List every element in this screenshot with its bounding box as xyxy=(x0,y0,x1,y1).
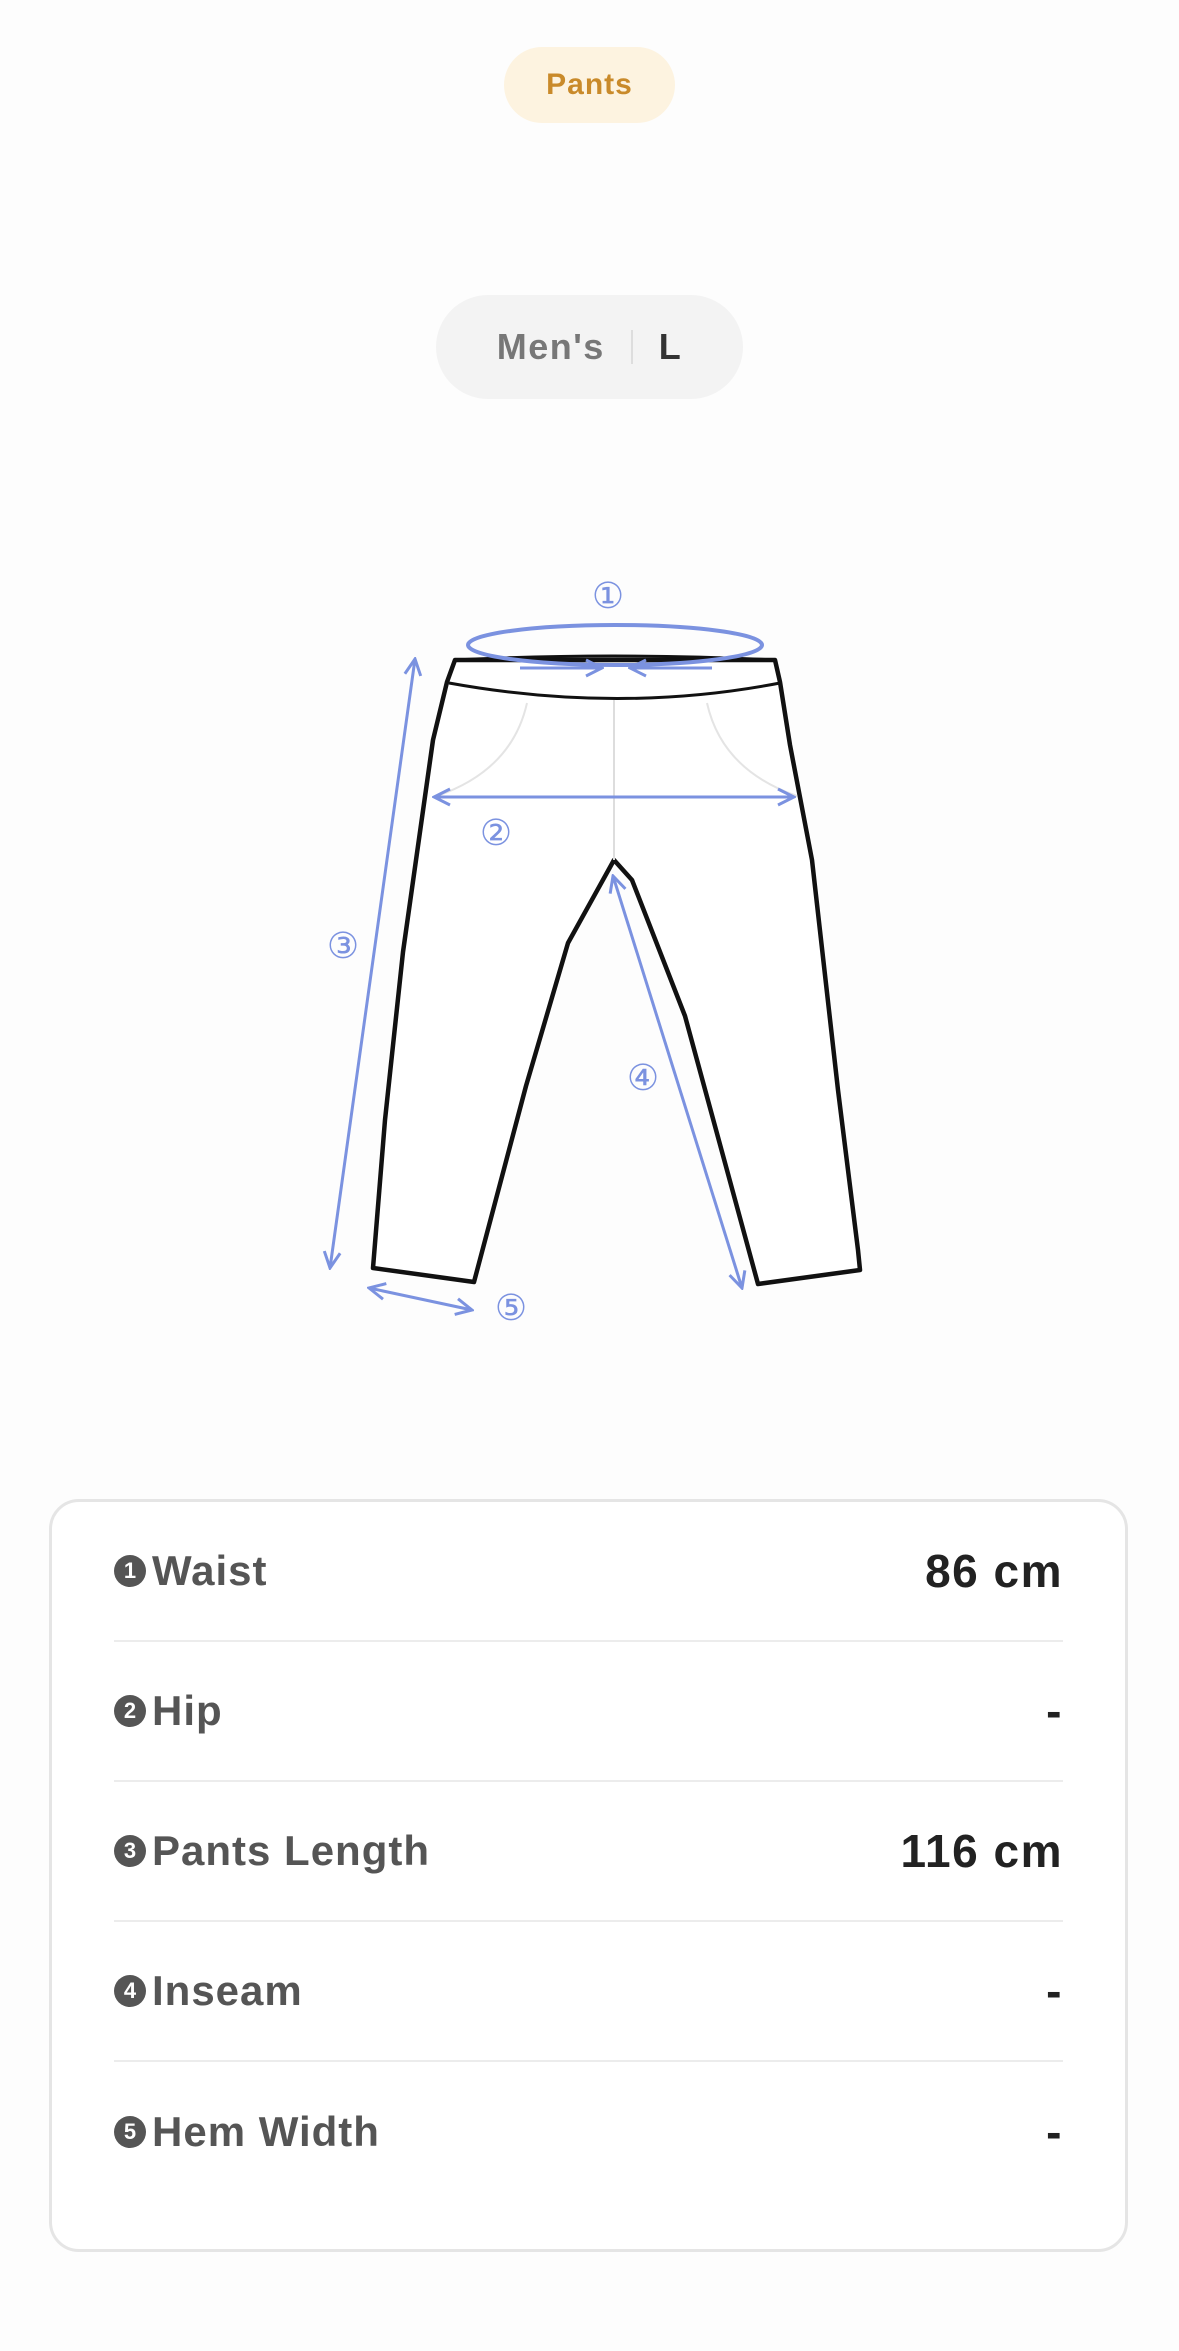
measurement-label-text: Waist xyxy=(152,1547,268,1594)
measurement-value: - xyxy=(1046,1685,1063,1737)
hem-arrow xyxy=(369,1288,472,1310)
diagram-label-1: ① xyxy=(592,576,624,617)
measurement-number-badge: 3 xyxy=(114,1835,146,1867)
measurement-label: 1 Waist xyxy=(114,1547,267,1595)
measurement-label-text: Hem Width xyxy=(152,2108,380,2155)
measurement-row-waist: 1 Waist 86 cm xyxy=(114,1502,1063,1642)
measurement-value: - xyxy=(1046,1965,1063,2017)
measurement-label: 5 Hem Width xyxy=(114,2108,380,2156)
measurement-row-pants-length: 3 Pants Length 116 cm xyxy=(114,1782,1063,1922)
size-value: L xyxy=(658,326,683,367)
measurement-value: - xyxy=(1046,2106,1063,2158)
measurement-number-badge: 4 xyxy=(114,1975,146,2007)
measurement-number-badge: 2 xyxy=(114,1695,146,1727)
pants-outline xyxy=(370,654,863,1287)
measurement-label: 2 Hip xyxy=(114,1687,223,1735)
measurement-value: 116 cm xyxy=(900,1825,1063,1877)
category-chip: Pants xyxy=(504,47,675,123)
diagram-label-5: ⑤ xyxy=(495,1288,527,1329)
measurement-row-inseam: 4 Inseam - xyxy=(114,1922,1063,2062)
diagram-label-3: ③ xyxy=(327,926,359,967)
pants-measurement-diagram: ① ② ③ ④ ⑤ xyxy=(0,540,1179,1340)
measurement-label-text: Hip xyxy=(152,1687,223,1734)
measurement-number-badge: 1 xyxy=(114,1555,146,1587)
measurement-label-text: Pants Length xyxy=(152,1827,431,1874)
size-gender: Men's xyxy=(496,326,605,367)
measurements-table: 1 Waist 86 cm 2 Hip - 3 Pants Length 116… xyxy=(49,1499,1128,2252)
measurement-row-hip: 2 Hip - xyxy=(114,1642,1063,1782)
measurement-label-text: Inseam xyxy=(152,1967,303,2014)
diagram-label-4: ④ xyxy=(627,1058,659,1099)
measurement-value: 86 cm xyxy=(925,1545,1063,1597)
size-selector[interactable]: Men's L xyxy=(436,295,743,399)
measurement-label: 4 Inseam xyxy=(114,1967,303,2015)
diagram-label-2: ② xyxy=(480,813,512,854)
measurement-number-badge: 5 xyxy=(114,2116,146,2148)
measurement-label: 3 Pants Length xyxy=(114,1827,430,1875)
size-divider xyxy=(630,330,633,364)
measurement-row-hem-width: 5 Hem Width - xyxy=(114,2062,1063,2202)
